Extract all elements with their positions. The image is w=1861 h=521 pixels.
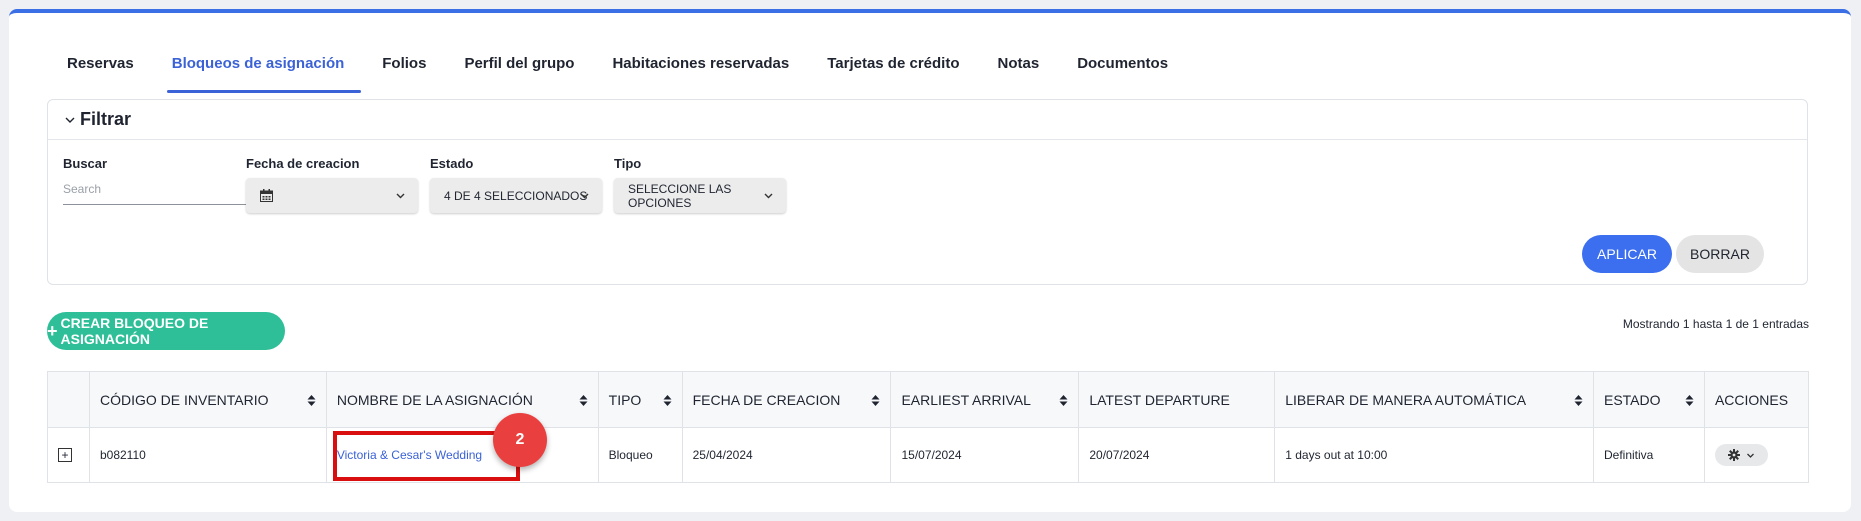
tab-bar: Reservas Bloqueos de asignación Folios P… bbox=[48, 37, 1187, 93]
header-actions: ACCIONES bbox=[1703, 371, 1810, 428]
tab-reservas[interactable]: Reservas bbox=[48, 37, 153, 93]
tab-notas[interactable]: Notas bbox=[979, 37, 1059, 93]
calendar-icon bbox=[260, 189, 273, 202]
step-highlight-box bbox=[333, 431, 520, 481]
create-allocation-label: CREAR BLOQUEO DE ASIGNACIÓN bbox=[60, 315, 209, 347]
status-label: Estado bbox=[430, 156, 474, 171]
cell-created: 25/04/2024 bbox=[681, 427, 892, 483]
sort-icon bbox=[1574, 395, 1583, 406]
status-select-value: 4 DE 4 SELECCIONADOS bbox=[444, 188, 588, 203]
type-select-value: SELECCIONE LAS OPCIONES bbox=[628, 181, 732, 210]
tab-tarjetas-de-credito[interactable]: Tarjetas de crédito bbox=[808, 37, 978, 93]
cell-arrival: 15/07/2024 bbox=[890, 427, 1080, 483]
cell-type: Bloqueo bbox=[597, 427, 683, 483]
header-release[interactable]: LIBERAR DE MANERA AUTOMÁTICA bbox=[1274, 371, 1594, 428]
tab-habitaciones-reservadas[interactable]: Habitaciones reservadas bbox=[593, 37, 808, 93]
tab-folios[interactable]: Folios bbox=[363, 37, 445, 93]
tab-bloqueos-de-asignacion[interactable]: Bloqueos de asignación bbox=[153, 37, 364, 93]
header-departure[interactable]: LATEST DEPARTURE bbox=[1078, 371, 1276, 428]
search-field bbox=[63, 174, 267, 205]
header-status[interactable]: ESTADO bbox=[1592, 371, 1705, 428]
sort-icon bbox=[1685, 395, 1694, 406]
filter-title: Filtrar bbox=[80, 109, 132, 129]
cell-actions bbox=[1703, 427, 1810, 483]
chevron-down-icon bbox=[1746, 453, 1754, 458]
header-name[interactable]: NOMBRE DE LA ASIGNACIÓN bbox=[325, 371, 599, 428]
sort-icon bbox=[871, 395, 880, 406]
create-allocation-button[interactable]: + CREAR BLOQUEO DE ASIGNACIÓN bbox=[47, 312, 285, 350]
cell-code: b082110 bbox=[88, 427, 327, 483]
filter-header[interactable]: Filtrar bbox=[48, 100, 1807, 140]
cell-status: Definitiva bbox=[1592, 427, 1705, 483]
header-created[interactable]: FECHA DE CREACION bbox=[681, 371, 892, 428]
sort-icon bbox=[307, 395, 316, 406]
chevron-down-icon bbox=[580, 193, 589, 199]
search-input[interactable] bbox=[63, 174, 267, 204]
type-select[interactable]: SELECCIONE LAS OPCIONES bbox=[614, 178, 786, 213]
sort-icon bbox=[579, 395, 588, 406]
chevron-down-icon bbox=[764, 193, 773, 199]
header-code[interactable]: CÓDIGO DE INVENTARIO bbox=[88, 371, 327, 428]
header-expand bbox=[47, 371, 90, 428]
gear-icon bbox=[1727, 449, 1740, 461]
allocation-table: CÓDIGO DE INVENTARIO NOMBRE DE LA ASIGNA… bbox=[47, 371, 1810, 483]
search-label: Buscar bbox=[63, 156, 108, 171]
header-arrival[interactable]: EARLIEST ARRIVAL bbox=[890, 371, 1080, 428]
cell-release: 1 days out at 10:00 bbox=[1274, 427, 1594, 483]
cell-departure: 20/07/2024 bbox=[1078, 427, 1276, 483]
table-row: + b082110 Victoria & Cesar's Wedding Blo… bbox=[47, 427, 1810, 483]
type-label: Tipo bbox=[614, 156, 642, 171]
expand-row-icon[interactable]: + bbox=[58, 448, 72, 462]
sort-icon bbox=[663, 395, 672, 406]
status-select[interactable]: 4 DE 4 SELECCIONADOS bbox=[430, 178, 602, 213]
chevron-down-icon bbox=[396, 193, 405, 199]
plus-icon: + bbox=[47, 320, 58, 341]
apply-button[interactable]: APLICAR bbox=[1582, 235, 1672, 273]
entries-count: Mostrando 1 hasta 1 de 1 entradas bbox=[1622, 317, 1809, 331]
sort-icon bbox=[1059, 395, 1068, 406]
clear-button[interactable]: BORRAR bbox=[1676, 235, 1764, 273]
header-type[interactable]: TIPO bbox=[597, 371, 683, 428]
date-picker[interactable] bbox=[246, 178, 418, 213]
chevron-down-icon bbox=[65, 117, 75, 123]
actions-dropdown-button[interactable] bbox=[1714, 444, 1768, 466]
row-expand-cell: + bbox=[47, 427, 90, 483]
step-badge: 2 bbox=[493, 413, 547, 467]
date-label: Fecha de creacion bbox=[246, 156, 360, 171]
tab-perfil-del-grupo[interactable]: Perfil del grupo bbox=[445, 37, 593, 93]
filter-panel: Filtrar Buscar Fecha de creacion Estado … bbox=[47, 99, 1808, 285]
tab-documentos[interactable]: Documentos bbox=[1058, 37, 1187, 93]
table-header-row: CÓDIGO DE INVENTARIO NOMBRE DE LA ASIGNA… bbox=[47, 371, 1810, 428]
